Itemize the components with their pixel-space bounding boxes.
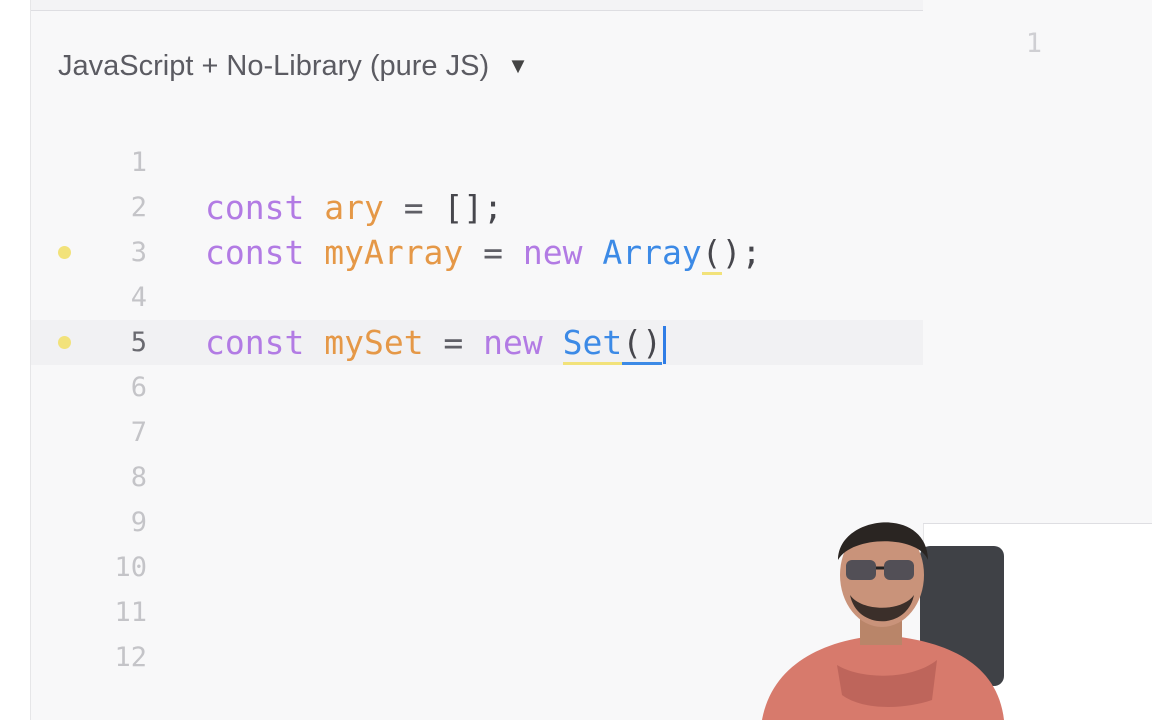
breakpoint-marker: [58, 336, 71, 349]
line-number: 4: [130, 282, 147, 313]
code-token: (: [701, 233, 722, 275]
line-number: 5: [130, 327, 147, 358]
code-token: ary: [324, 188, 384, 227]
code-line[interactable]: 4: [31, 275, 923, 320]
code-token: new: [483, 323, 543, 362]
text-cursor: [663, 325, 667, 364]
line-number: 10: [114, 552, 147, 583]
presenter-webcam-image: [762, 522, 1004, 720]
line-number: 8: [130, 462, 147, 493]
code-token: const: [205, 323, 305, 362]
line-number: 9: [130, 507, 147, 538]
code-line[interactable]: 1: [31, 140, 923, 185]
code-token: =: [423, 323, 484, 362]
output-panel: 1: [923, 0, 1152, 524]
code-token: const: [205, 188, 305, 227]
code-token: const: [205, 233, 305, 272]
code-line[interactable]: 2 const ary = [];: [31, 185, 923, 230]
code-line[interactable]: 5 const mySet = new Set(): [31, 320, 923, 365]
code-line[interactable]: 7: [31, 410, 923, 455]
code-text[interactable]: const myArray = new Array();: [205, 230, 761, 275]
code-token: );: [721, 233, 762, 272]
code-token: Set: [562, 323, 623, 365]
code-token: mySet: [324, 323, 424, 362]
code-token: =: [463, 233, 523, 272]
line-number: 2: [130, 192, 147, 223]
breakpoint-marker: [58, 246, 71, 259]
code-text[interactable]: const ary = [];: [205, 185, 503, 230]
code-token: new: [522, 233, 583, 272]
code-line[interactable]: 3 const myArray = new Array();: [31, 230, 923, 275]
code-text[interactable]: const mySet = new Set(): [205, 320, 667, 365]
language-label: JavaScript + No-Library (pure JS): [58, 49, 490, 82]
caret-down-icon[interactable]: ▼: [507, 53, 529, 79]
line-number: 3: [130, 237, 147, 268]
line-number: 6: [130, 372, 147, 403]
line-number: 1: [130, 147, 147, 178]
code-line[interactable]: 6: [31, 365, 923, 410]
code-token: [];: [443, 188, 504, 227]
editor-top-bar: [31, 0, 923, 11]
code-token: =: [383, 188, 444, 227]
line-number: 7: [130, 417, 147, 448]
code-token: (): [622, 323, 663, 365]
output-line-number: 1: [1025, 28, 1042, 59]
code-token: Array: [602, 233, 702, 272]
line-number: 12: [114, 642, 147, 673]
code-token: myArray: [324, 233, 464, 272]
language-selector[interactable]: JavaScript + No-Library (pure JS) ▼: [58, 46, 529, 86]
line-number: 11: [114, 597, 147, 628]
